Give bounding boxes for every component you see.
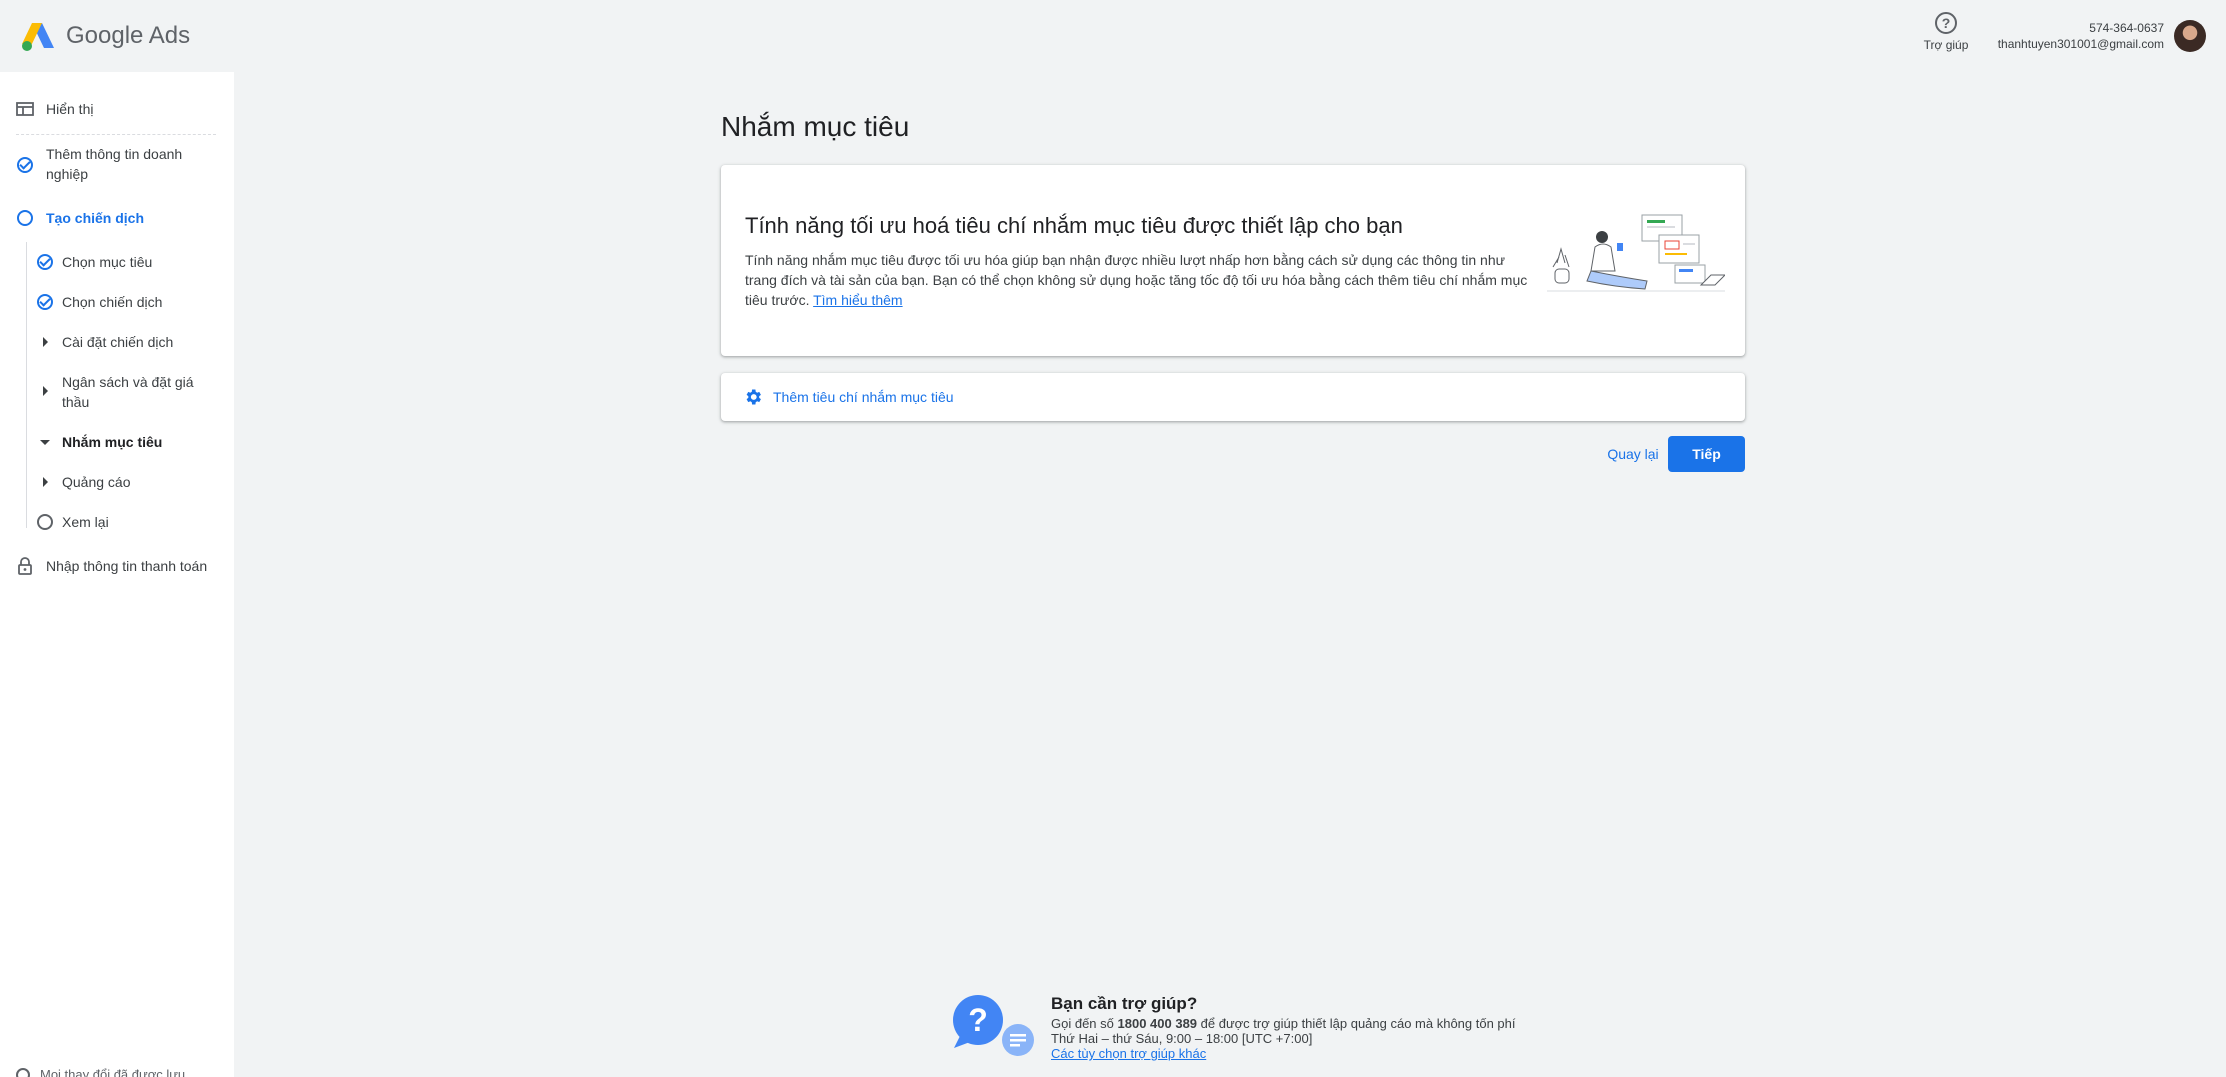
call-suffix: để được trợ giúp thiết lập quảng cáo mà … [1200,1016,1516,1031]
lock-icon [16,557,34,575]
brand-name: Google Ads [66,22,191,49]
help-chat-icon: ? [953,995,1034,1056]
empty-circle-icon [37,514,53,530]
sidebar-item-label: Tạo chiến dịch [46,210,145,226]
page-title: Nhắm mục tiêu [721,111,910,142]
sidebar-item-targeting[interactable]: Nhắm mục tiêu [36,432,162,452]
sidebar-item-label: Chọn mục tiêu [62,254,153,270]
sidebar-item-label: Xem lại [62,514,109,530]
sidebar-item-choose-campaign[interactable]: Chọn chiến dịch [36,292,162,312]
help-icon: ? [1935,12,1957,34]
card-description: Tính năng nhắm mục tiêu được tối ưu hóa … [745,250,1535,310]
sidebar-item-label: Chọn chiến dịch [62,294,163,310]
back-button[interactable]: Quay lại [1598,436,1668,472]
help-footer-text: Bạn cần trợ giúp? Gọi đến số 1800 400 38… [1051,994,1571,1061]
sidebar-item-create-campaign[interactable]: Tạo chiến dịch [16,208,144,228]
sidebar-item-label: Nhắm mục tiêu [62,434,163,450]
saved-status: Mọi thay đổi đã được lưu [16,1067,185,1077]
help-button[interactable]: ? Trợ giúp [1920,10,1972,52]
sidebar-item-campaign-settings[interactable]: Cài đặt chiến dịch [36,332,173,352]
sidebar-item-payment[interactable]: Nhập thông tin thanh toán [16,556,207,576]
sidebar-item-label: Nhập thông tin thanh toán [46,558,208,574]
sidebar-tree-line [26,242,27,528]
check-circle-icon [37,254,53,270]
chevron-right-icon [42,337,48,347]
chevron-down-icon [40,439,50,445]
help-footer-title: Bạn cần trợ giúp? [1051,994,1198,1013]
sidebar-item-view[interactable]: Hiển thị [16,99,93,119]
add-targeting-criteria-button[interactable]: Thêm tiêu chí nhắm mục tiêu [721,373,1745,421]
check-circle-icon [17,157,33,173]
help-label: Trợ giúp [1923,38,1969,52]
view-layout-icon [16,100,34,118]
top-header: Google Ads ? Trợ giúp 574-364-0637 thanh… [0,0,2226,72]
call-prefix: Gọi đến số [1051,1016,1114,1031]
sidebar-item-business-info[interactable]: Thêm thông tin doanh nghiệp [16,144,216,184]
saved-status-text: Mọi thay đổi đã được lưu [40,1067,186,1077]
account-email: thanhtuyen301001@gmail.com [1997,37,2164,51]
cloud-check-icon [16,1067,30,1077]
sidebar-item-review[interactable]: Xem lại [36,512,109,532]
help-phone-number: 1800 400 389 [1117,1016,1198,1031]
other-help-options-link[interactable]: Các tùy chọn trợ giúp khác [1051,1046,1571,1061]
chevron-right-icon [42,477,48,487]
account-id: 574-364-0637 [2089,21,2164,35]
sidebar-item-label: Thêm thông tin doanh nghiệp [46,146,183,182]
sidebar-item-ads[interactable]: Quảng cáo [36,472,131,492]
google-ads-logo-icon [22,23,54,51]
avatar[interactable] [2174,20,2206,52]
card-title: Tính năng tối ưu hoá tiêu chí nhắm mục t… [745,213,1403,238]
sidebar: Hiển thị Thêm thông tin doanh nghiệp Tạo… [0,72,234,1077]
svg-text:?: ? [968,1002,988,1038]
add-targeting-criteria-label: Thêm tiêu chí nhắm mục tiêu [773,389,954,405]
help-footer-hours: Thứ Hai – thứ Sáu, 9:00 – 18:00 [UTC +7:… [1051,1031,1313,1046]
chevron-right-icon [42,386,48,396]
sidebar-item-label: Ngân sách và đặt giá thầu [62,374,194,410]
targeting-illustration-icon [1547,214,1725,292]
sidebar-item-choose-goal[interactable]: Chọn mục tiêu [36,252,152,272]
sidebar-item-label: Cài đặt chiến dịch [62,334,174,350]
next-button[interactable]: Tiếp [1668,436,1745,472]
sidebar-divider [16,134,216,135]
google-ads-logo[interactable]: Google Ads [20,20,190,52]
sidebar-item-label: Hiển thị [46,101,94,117]
optimized-targeting-card: Tính năng tối ưu hoá tiêu chí nhắm mục t… [721,165,1745,356]
sidebar-item-label: Quảng cáo [62,474,131,490]
help-footer-call: Gọi đến số 1800 400 389 để được trợ giúp… [1051,1016,1571,1031]
gear-icon [746,389,761,405]
progress-circle-icon [17,210,33,226]
account-info[interactable]: 574-364-0637 thanhtuyen301001@gmail.com [1998,20,2164,52]
learn-more-link[interactable]: Tìm hiểu thêm [813,292,902,308]
check-circle-icon [37,294,53,310]
sidebar-item-budget-bidding[interactable]: Ngân sách và đặt giá thầu [36,372,206,412]
